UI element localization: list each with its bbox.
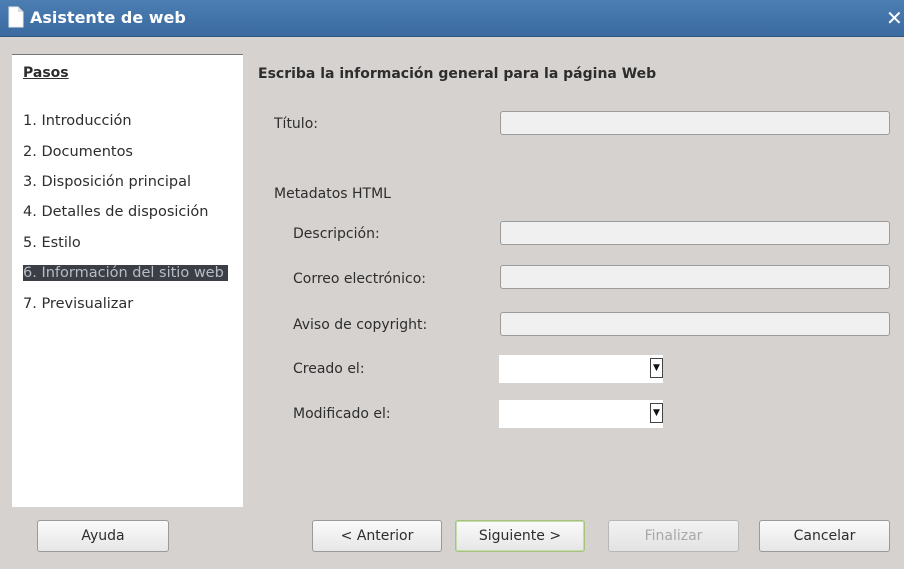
copyright-input[interactable]: [500, 312, 890, 336]
modified-label: Modificado el:: [293, 406, 391, 422]
finish-button: Finalizar: [608, 520, 739, 552]
window-title: Asistente de web: [30, 8, 186, 27]
steps-heading: Pasos: [23, 65, 69, 81]
step-disposicion-principal[interactable]: 3. Disposición principal: [23, 174, 191, 190]
chevron-down-icon[interactable]: ▼: [650, 403, 663, 423]
help-button[interactable]: Ayuda: [37, 520, 169, 552]
title-bar: Asistente de web ✕: [0, 0, 904, 37]
title-input[interactable]: [500, 111, 890, 135]
close-icon[interactable]: ✕: [886, 6, 904, 30]
step-previsualizar[interactable]: 7. Previsualizar: [23, 296, 133, 312]
description-label: Descripción:: [293, 226, 380, 242]
copyright-label: Aviso de copyright:: [293, 317, 428, 333]
step-estilo[interactable]: 5. Estilo: [23, 235, 81, 251]
created-label: Creado el:: [293, 361, 365, 377]
document-icon: [8, 6, 24, 28]
email-input[interactable]: [500, 265, 890, 289]
metadata-heading: Metadatos HTML: [274, 186, 391, 202]
chevron-down-icon[interactable]: ▼: [650, 358, 663, 378]
step-introduccion[interactable]: 1. Introducción: [23, 113, 132, 129]
cancel-button[interactable]: Cancelar: [759, 520, 890, 552]
step-informacion-sitio-web[interactable]: 6. Información del sitio web: [23, 265, 228, 281]
email-label: Correo electrónico:: [293, 271, 426, 287]
description-input[interactable]: [500, 221, 890, 245]
previous-button[interactable]: < Anterior: [312, 520, 442, 552]
step-documentos[interactable]: 2. Documentos: [23, 144, 133, 160]
created-date-field[interactable]: ▼: [499, 355, 663, 383]
modified-date-field[interactable]: ▼: [499, 400, 663, 428]
step-detalles-disposicion[interactable]: 4. Detalles de disposición: [23, 204, 208, 220]
next-button[interactable]: Siguiente >: [455, 520, 585, 552]
page-title: Escriba la información general para la p…: [258, 66, 657, 82]
steps-panel: Pasos 1. Introducción 2. Documentos 3. D…: [12, 54, 243, 507]
title-label: Título:: [274, 116, 318, 132]
